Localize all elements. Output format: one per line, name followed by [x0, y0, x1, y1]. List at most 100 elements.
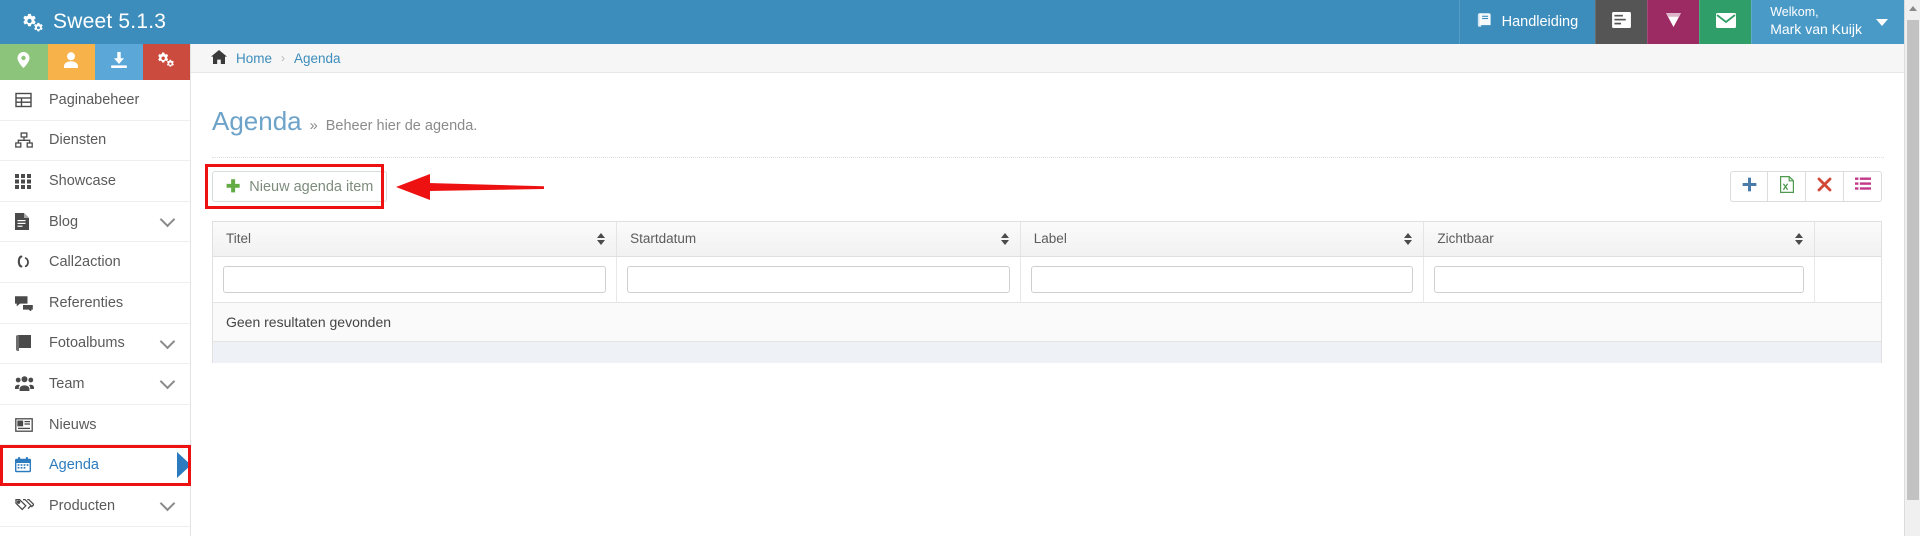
sidebar-item-team[interactable]: Team [0, 364, 190, 405]
top-navigation-bar: Sweet 5.1.3 Handleiding Welkom, Mark van… [0, 0, 1904, 44]
add-record-button[interactable] [1730, 171, 1768, 202]
sidebar-item-showcase[interactable]: Showcase [0, 161, 190, 202]
handleiding-label: Handleiding [1501, 14, 1579, 30]
active-indicator-caret-icon [177, 452, 191, 479]
column-header-startdatum[interactable]: Startdatum [616, 222, 1021, 257]
cogs-icon [157, 51, 175, 73]
column-label: Label [1033, 231, 1067, 247]
page-title: Agenda [212, 106, 302, 136]
chevron-down-icon[interactable] [159, 211, 176, 228]
sidebar-item-label: Paginabeheer [49, 91, 140, 108]
forms-button[interactable] [1595, 0, 1648, 44]
column-label: Startdatum [630, 231, 697, 247]
topbar-button-group: Handleiding Welkom, Mark van Kuijk [1458, 0, 1904, 44]
sort-icon[interactable] [1404, 232, 1413, 245]
sidebar-item-nieuws[interactable]: Nieuws [0, 405, 190, 446]
admin-page: Sweet 5.1.3 Handleiding Welkom, Mark van… [0, 0, 1920, 536]
columns-button[interactable] [1844, 171, 1882, 202]
premium-button[interactable] [1647, 0, 1700, 44]
delete-icon [1817, 177, 1832, 197]
column-header-label[interactable]: Label [1020, 222, 1425, 257]
chevron-down-icon[interactable] [159, 333, 176, 350]
table-empty-row: Geen resultaten gevonden [213, 301, 1881, 341]
empty-message: Geen resultaten gevonden [213, 301, 1881, 341]
tags-icon [15, 498, 39, 514]
sidebar-item-label: Call2action [49, 254, 121, 271]
quick-action-download[interactable] [95, 44, 143, 80]
document-icon [15, 213, 39, 231]
sidebar-item-paginabeheer[interactable]: Paginabeheer [0, 80, 190, 121]
sidebar-item-referenties[interactable]: Referenties [0, 283, 190, 324]
calendar-icon [15, 457, 39, 473]
newspaper-icon [15, 417, 39, 432]
breadcrumb-home-link[interactable]: Home [236, 51, 272, 66]
breadcrumb-separator: › [281, 51, 286, 65]
add-icon [1742, 177, 1757, 197]
sidebar-item-label: Producten [49, 497, 116, 514]
sidebar-item-label: Blog [49, 213, 79, 230]
sidebar-item-label: Agenda [49, 457, 99, 474]
sidebar: Paginabeheer Diensten Showcase Blog Call… [0, 44, 191, 536]
scrollbar-up-arrow-icon[interactable] [1905, 0, 1920, 16]
sort-icon[interactable] [1794, 232, 1803, 245]
sidebar-item-diensten[interactable]: Diensten [0, 121, 190, 162]
quick-action-settings[interactable] [142, 44, 190, 80]
filter-input-startdatum[interactable] [627, 265, 1010, 293]
user-greeting: Welkom, [1770, 5, 1819, 20]
page-subtitle-marker: » [309, 118, 318, 134]
form-list-icon [1612, 12, 1632, 32]
filter-input-titel[interactable] [223, 265, 607, 293]
phone-icon [15, 254, 39, 271]
sidebar-item-label: Nieuws [49, 416, 97, 433]
table-action-buttons [1730, 171, 1882, 202]
column-label: Zichtbaar [1437, 231, 1494, 247]
sidebar-item-fotoalbums[interactable]: Fotoalbums [0, 324, 190, 365]
nieuw-agenda-item-label: Nieuw agenda item [249, 178, 374, 195]
sidebar-item-call2action[interactable]: Call2action [0, 242, 190, 283]
nieuw-agenda-item-button[interactable]: ✚ Nieuw agenda item [212, 171, 388, 202]
table-footer [213, 340, 1881, 363]
envelope-icon [1715, 12, 1736, 32]
columns-icon [1854, 177, 1871, 196]
sidebar-item-blog[interactable]: Blog [0, 202, 190, 243]
filter-cell-actions [1814, 256, 1881, 302]
column-label: Titel [226, 231, 252, 247]
quick-action-location[interactable] [0, 44, 48, 80]
page-scrollbar[interactable] [1904, 0, 1920, 536]
sort-icon[interactable] [1000, 232, 1009, 245]
user-menu[interactable]: Welkom, Mark van Kuijk [1751, 0, 1904, 44]
main-content: Home › Agenda Agenda » Beheer hier de ag… [191, 44, 1904, 536]
scrollbar-thumb[interactable] [1907, 20, 1919, 500]
user-name: Mark van Kuijk [1770, 21, 1862, 38]
filter-cell-startdatum [616, 256, 1021, 302]
table-icon [15, 92, 39, 108]
chevron-down-icon[interactable] [159, 374, 176, 390]
filter-input-zichtbaar[interactable] [1434, 265, 1804, 293]
breadcrumb-current[interactable]: Agenda [294, 51, 341, 66]
chevron-down-icon [1876, 18, 1888, 26]
messages-button[interactable] [1699, 0, 1752, 44]
content-toolbar: ✚ Nieuw agenda item [191, 158, 1904, 209]
handleiding-button[interactable]: Handleiding [1458, 0, 1596, 44]
sidebar-item-agenda[interactable]: Agenda [0, 445, 191, 486]
sidebar-item-label: Diensten [49, 132, 107, 149]
sidebar-item-producten[interactable]: Producten [0, 486, 190, 527]
filter-input-label[interactable] [1030, 265, 1414, 293]
column-header-zichtbaar[interactable]: Zichtbaar [1423, 222, 1815, 257]
chevron-down-icon[interactable] [159, 495, 176, 512]
annotation-arrow-left [396, 173, 544, 206]
column-header-titel[interactable]: Titel [213, 222, 618, 257]
brand-logo[interactable]: Sweet 5.1.3 [0, 0, 190, 44]
users-icon [15, 376, 39, 392]
sort-icon[interactable] [597, 232, 606, 245]
sidebar-item-label: Showcase [49, 172, 116, 189]
diamond-icon [1663, 12, 1684, 32]
excel-export-icon [1779, 175, 1794, 198]
quick-action-user[interactable] [47, 44, 95, 80]
comments-icon [15, 295, 39, 311]
home-icon [211, 49, 227, 67]
excel-export-button[interactable] [1768, 171, 1806, 202]
sitemap-icon [15, 132, 39, 149]
sidebar-item-label: Team [49, 375, 85, 392]
delete-button[interactable] [1806, 171, 1844, 202]
